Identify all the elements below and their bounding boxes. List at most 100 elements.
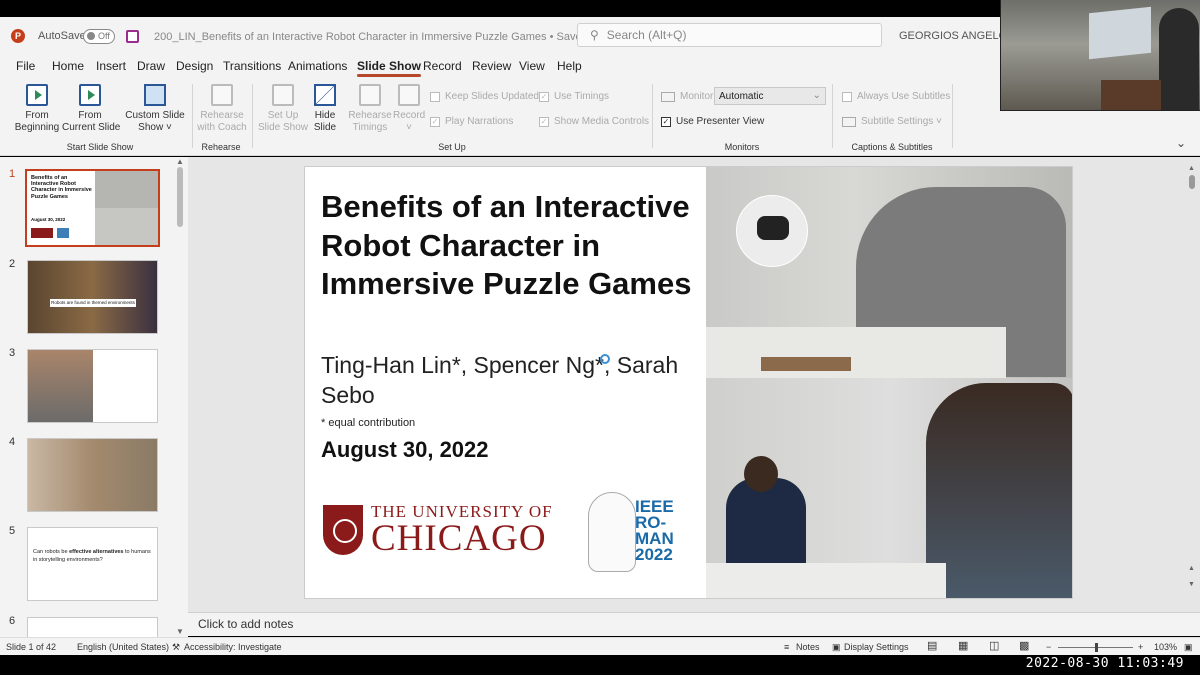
slide-thumbnail-4[interactable] [27,438,158,512]
fit-to-window-icon[interactable]: ▣ [1184,642,1193,653]
powerpoint-window: P AutoSave Off 200_LIN_Benefits of an In… [0,0,1200,675]
use-presenter-view-checkbox[interactable]: ✓ Use Presenter View [661,116,764,127]
ieee-line2: RO-MAN [635,513,674,548]
slide-sorter-icon[interactable]: ▦ [958,639,968,652]
menu-file[interactable]: File [16,59,35,73]
slide-thumbnail-1[interactable]: Benefits of an Interactive Robot Character… [25,169,160,247]
zoom-slider-handle[interactable] [1095,643,1098,652]
thumb-title: Benefits of an Interactive Robot Character… [31,175,92,200]
slide-thumbnail-5[interactable]: Can robots be effective alternatives to … [27,527,158,601]
presentation-play-icon [26,84,48,106]
slide-date[interactable]: August 30, 2022 [321,437,489,463]
menu-insert[interactable]: Insert [96,59,126,73]
chevron-down-icon: ⌄ [812,90,821,101]
slide-note[interactable]: * equal contribution [321,417,415,429]
scrollbar-thumb[interactable] [177,167,183,227]
puzzle-pieces [761,357,851,371]
menu-draw[interactable]: Draw [137,59,165,73]
slide-title[interactable]: Benefits of an Interactive Robot Charact… [321,188,701,304]
thumb-question: Can robots be effective alternatives to … [33,549,151,563]
photo-team-table [706,378,1072,598]
thumb-caption: Robots are found in themed environments [50,299,136,307]
autosave-label: AutoSave [38,30,86,42]
presentation-play-icon [79,84,101,106]
presenter-figure [1159,8,1199,110]
monitor-icon [661,91,675,102]
display-icon: ▣ [832,642,841,652]
next-slide-icon[interactable]: ▼ [1188,581,1195,588]
notes-pane[interactable]: Click to add notes [188,612,1200,636]
editor-scrollbar[interactable]: ▲ ▲ ▼ [1188,165,1196,605]
recording-timestamp: 2022-08-30 11:03:49 [1025,656,1184,671]
scroll-up-icon[interactable]: ▲ [1188,165,1195,172]
menu-review[interactable]: Review [472,59,511,73]
play-narrations-checkbox[interactable]: ✓ Play Narrations [430,116,513,127]
group-label-monitors: Monitors [724,142,760,152]
from-beginning-button[interactable]: From Beginning [14,84,60,134]
scroll-up-icon[interactable]: ▲ [176,157,184,166]
slide-editor-area: Benefits of an Interactive Robot Charact… [188,157,1200,612]
menu-design[interactable]: Design [176,59,213,73]
search-input[interactable]: ⚲ Search (Alt+Q) [577,23,882,47]
ribbon-separator [952,84,953,148]
slide-thumbnail-2[interactable]: Robots are found in themed environments [27,260,158,334]
menu-transitions[interactable]: Transitions [223,59,281,73]
zoom-level[interactable]: 103% [1154,642,1177,652]
set-up-slide-show-button[interactable]: Set Up Slide Show [256,84,310,134]
ribbon-separator [652,84,653,148]
show-media-controls-checkbox[interactable]: ✓ Show Media Controls [539,116,649,127]
custom-slide-show-button[interactable]: Custom Slide Show ˅ [124,84,186,134]
slide-counter: Slide 1 of 42 [6,642,57,652]
zoom-in-icon[interactable]: + [1138,642,1143,652]
monitor-select[interactable]: Automatic ⌄ [714,87,826,105]
menu-home[interactable]: Home [52,59,84,73]
menu-slide-show[interactable]: Slide Show [357,59,422,77]
thumbnail-number: 2 [9,258,16,270]
zoom-out-icon[interactable]: − [1046,642,1051,652]
thumbnail-number: 1 [9,168,16,180]
prev-slide-icon[interactable]: ▲ [1188,565,1195,572]
ribbon-separator [192,84,193,148]
accessibility-status[interactable]: Accessibility: Investigate [184,642,282,652]
menu-help[interactable]: Help [557,59,582,73]
collapse-ribbon-icon[interactable]: ⌄ [1176,136,1186,150]
current-slide[interactable]: Benefits of an Interactive Robot Charact… [304,166,1073,599]
use-timings-checkbox[interactable]: ✓ Use Timings [539,91,609,102]
menu-view[interactable]: View [519,59,545,73]
rehearse-with-coach-button[interactable]: Rehearse with Coach [194,84,250,134]
slide-thumbnail-panel: 1 Benefits of an Interactive Robot Charact… [0,157,188,637]
slide-thumbnail-6[interactable] [27,617,158,637]
thumb-photo-top [95,171,158,208]
reading-view-icon[interactable]: ◫ [989,639,999,652]
group-label-setup: Set Up [438,142,466,152]
thumbnail-number: 6 [9,615,16,627]
slide-thumbnail-3[interactable] [27,349,158,423]
always-use-subtitles-checkbox[interactable]: Always Use Subtitles [842,91,950,102]
status-bar: Slide 1 of 42 English (United States) ⚒ … [0,637,1200,655]
scroll-down-icon[interactable]: ▼ [176,627,184,636]
rehearse-timings-button[interactable]: Rehearse Timings [346,84,394,134]
webcam-overlay [1000,0,1200,111]
normal-view-icon[interactable]: ▤ [927,639,937,652]
menu-animations[interactable]: Animations [288,59,347,73]
ieee-logo-icon [57,228,69,238]
scrollbar-thumb[interactable] [1189,175,1195,189]
record-button[interactable]: Record ˅ [393,84,425,134]
notes-button[interactable]: Notes [796,642,820,652]
language-indicator[interactable]: English (United States) [77,642,169,652]
thumb-date: August 30, 2022 [31,217,66,222]
save-icon[interactable] [126,17,139,55]
thumbnail-scrollbar[interactable]: ▲ ▼ [176,157,184,637]
keep-slides-updated-checkbox[interactable]: Keep Slides Updated [430,91,539,102]
slide-authors[interactable]: Ting-Han Lin*, Spencer Ng*, Sarah Sebo [321,350,701,410]
hide-slide-button[interactable]: Hide Slide [310,84,340,134]
presenter-icon[interactable]: ▩ [1019,639,1029,652]
autosave-toggle[interactable]: Off [83,17,115,55]
from-current-slide-button[interactable]: From Current Slide [62,84,120,134]
subtitle-settings-button[interactable]: Subtitle Settings ˅ [842,116,942,127]
ieee-roman-logo: IEEE RO-MAN 2022 [588,492,698,572]
timer-icon [359,84,381,106]
display-settings-button[interactable]: Display Settings [844,642,909,652]
menu-record[interactable]: Record [423,59,462,73]
accessibility-icon[interactable]: ⚒ [172,642,180,653]
